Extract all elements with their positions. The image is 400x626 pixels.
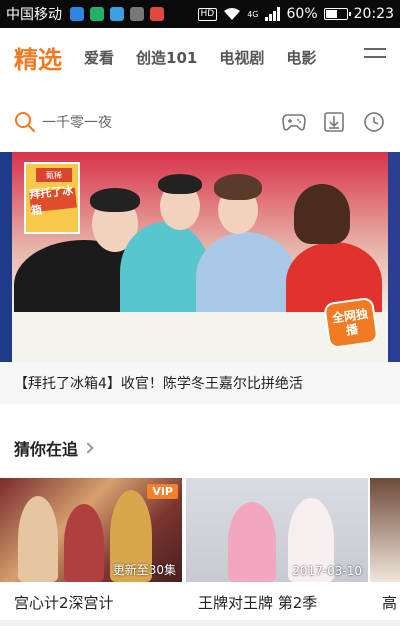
video-title: 高 (382, 594, 398, 612)
notification-icon-1 (70, 7, 84, 21)
episode-status: 更新至30集 (112, 563, 176, 577)
bottom-tab-bar-peek (0, 620, 400, 626)
guest-hair-3 (214, 174, 262, 200)
clock-time: 20:23 (353, 6, 394, 22)
battery-fill (325, 10, 337, 18)
signal-icon (264, 7, 280, 21)
video-card[interactable]: VIP 更新至30集 宫心计2深宫计 (0, 478, 182, 613)
history-button[interactable] (362, 110, 386, 134)
air-date: 2017-03-10 (292, 564, 362, 578)
tab-aikan[interactable]: 爱看 (84, 47, 114, 68)
channel-menu-icon[interactable] (364, 48, 386, 66)
network-label: 4G (247, 9, 259, 19)
status-bar: 中国移动 HD 4G 60% 20:23 (0, 0, 400, 28)
thumb-figure (18, 496, 58, 582)
guest-hair-2 (158, 174, 202, 194)
guest-hair-4 (294, 184, 350, 244)
video-title: 宫心计2深宫计 (14, 594, 114, 612)
section-title: 猜你在追 (14, 440, 79, 459)
carrier-name: 中国移动 (6, 7, 62, 23)
notification-icon-4 (130, 7, 144, 21)
search-icon (15, 112, 36, 133)
download-button[interactable] (322, 110, 346, 134)
game-center-button[interactable] (282, 110, 306, 134)
tab-tv-series[interactable]: 电视剧 (219, 47, 264, 68)
notification-icon-2 (90, 7, 104, 21)
video-card[interactable]: 2017-03-10 王牌对王牌 第2季 (186, 478, 368, 613)
battery-percent: 60% (286, 6, 318, 22)
vip-badge: VIP (147, 484, 178, 499)
show-logo: 甄稀 拜托了冰箱 (24, 162, 80, 234)
guest-hair-1 (90, 188, 140, 212)
tab-produce-101[interactable]: 创造101 (136, 47, 197, 68)
thumb-figure (228, 502, 276, 582)
wifi-icon (224, 8, 241, 20)
notification-icon-5 (150, 7, 164, 21)
banner-next-peek (388, 152, 400, 362)
video-card[interactable]: 高 (370, 478, 400, 613)
nav-fade (316, 36, 356, 76)
gamepad-icon (282, 114, 306, 131)
hd-badge: HD (197, 7, 218, 21)
chevron-right-icon (82, 442, 94, 454)
search-bar[interactable]: 一千零一夜 (0, 100, 400, 144)
download-icon (324, 112, 344, 132)
video-title: 王牌对王牌 第2季 (198, 594, 318, 612)
guest-figure-3 (196, 232, 296, 322)
tab-movies[interactable]: 电影 (286, 47, 316, 68)
banner-caption[interactable]: 【拜托了冰箱4】收官！陈学冬王嘉尔比拼绝活 (0, 362, 400, 404)
section-continue-watching[interactable]: 猜你在追 (14, 436, 94, 460)
video-thumbnail: VIP 更新至30集 (0, 478, 182, 582)
video-thumbnail (370, 478, 400, 582)
notification-icon-3 (110, 7, 124, 21)
featured-banner[interactable]: 甄稀 拜托了冰箱 全网独播 (0, 152, 400, 362)
video-thumbnail: 2017-03-10 (186, 478, 368, 582)
show-logo-brand: 甄稀 (36, 168, 72, 182)
search-placeholder[interactable]: 一千零一夜 (42, 112, 112, 132)
thumb-figure (64, 504, 104, 582)
show-logo-title: 拜托了冰箱 (29, 184, 77, 217)
continue-watching-list: VIP 更新至30集 宫心计2深宫计 2017-03-10 王牌对王牌 第2季 … (0, 478, 400, 626)
exclusive-badge: 全网独播 (323, 296, 379, 350)
battery-icon (323, 8, 351, 20)
banner-prev-peek (0, 152, 12, 362)
history-clock-icon (364, 112, 384, 132)
top-nav-tabs: 精选 爱看 创造101 电视剧 电影 (0, 28, 400, 86)
tab-featured[interactable]: 精选 (14, 40, 62, 75)
